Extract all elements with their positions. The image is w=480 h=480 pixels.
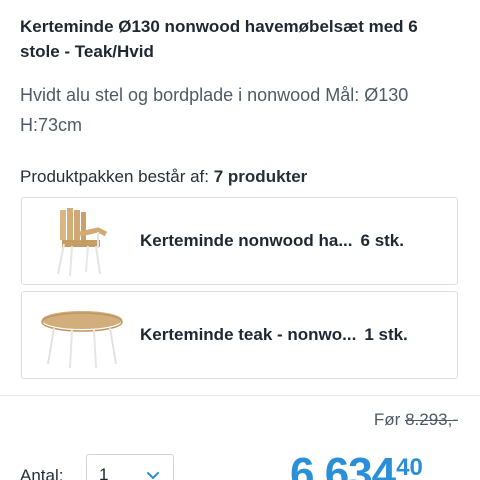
bundle-item-name: Kerteminde nonwood ha...: [140, 231, 353, 250]
old-price-label: Før: [373, 410, 401, 429]
product-description: Hvidt alu stel og bordplade i nonwood Må…: [20, 85, 409, 135]
quantity-select[interactable]: 1: [86, 454, 174, 480]
bundle-heading-label: Produktpakken består af:: [20, 167, 210, 186]
current-price: 6.634 40: [290, 452, 423, 480]
quantity-label: Antal:: [20, 466, 64, 480]
bundle-item-name: Kerteminde teak - nonwo...: [140, 325, 357, 344]
price-main: 6.634: [290, 449, 396, 480]
old-price: Før 8.293,-: [374, 410, 458, 430]
bundle-item-qty: 1 stk.: [364, 325, 408, 344]
garden-chair-icon: [57, 208, 108, 277]
bundle-item[interactable]: Kerteminde nonwood ha... 6 stk.: [21, 197, 458, 285]
bundle-heading: Produktpakken består af: 7 produkter: [20, 165, 307, 189]
bundle-item[interactable]: Kerteminde teak - nonwo... 1 stk.: [21, 291, 458, 379]
quantity-value: 1: [99, 465, 109, 480]
bundle-count: 7 produkter: [213, 167, 308, 186]
price-decimals: 40: [396, 454, 423, 480]
chevron-down-icon: [147, 472, 159, 479]
round-table-icon: [41, 311, 123, 369]
old-price-value: 8.293,-: [405, 410, 458, 429]
product-title: Kerteminde Ø130 nonwood havemøbelsæt med…: [20, 17, 418, 61]
bundle-item-qty: 6 stk.: [360, 231, 404, 250]
divider: [0, 395, 480, 396]
